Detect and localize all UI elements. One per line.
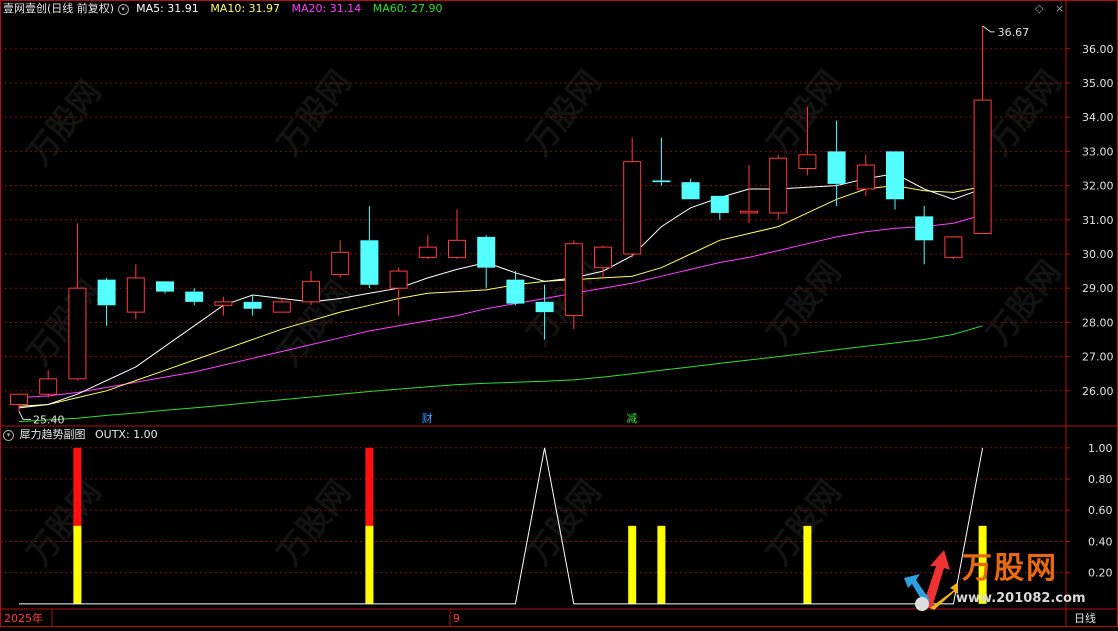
main-y-tick-label: 27.00	[1082, 351, 1114, 364]
logo-arrows-icon	[904, 550, 958, 611]
outx-label: OUTX: 1.00	[95, 428, 158, 441]
indicator-bar-yellow	[73, 525, 82, 604]
indicator-bar-yellow	[803, 525, 812, 604]
candle-body-down	[681, 182, 700, 200]
ma10-label: MA10: 31.97	[210, 2, 281, 15]
brand-logo: 万股网 www.201082.com	[900, 548, 1086, 614]
candle-body-up	[39, 378, 58, 395]
date-label-month: 9	[453, 612, 460, 625]
main-y-tick-label: 34.00	[1082, 111, 1114, 124]
candle-body-up	[10, 393, 28, 405]
chart-canvas: 万股网 万股网 万股网 万股网 万股网万股网 万股网 万股网 万股网 万股网万股网 万股网 万股网万…	[0, 0, 1118, 627]
candle-body-up	[944, 236, 963, 258]
candle-body-up	[798, 154, 817, 169]
candle-body-up	[856, 164, 875, 190]
candle-body-up	[418, 246, 437, 258]
sub-y-tick-label: 0.40	[1088, 535, 1113, 548]
candle-body-up	[564, 243, 583, 317]
main-y-tick-label: 29.00	[1082, 282, 1114, 295]
ma20-label: MA20: 31.14	[291, 2, 362, 15]
candle-body-up	[214, 301, 233, 306]
indicator-title[interactable]: 犀力趋势副图	[20, 428, 86, 441]
ma60-label: MA60: 27.90	[372, 2, 443, 15]
candle-body-up	[448, 239, 466, 258]
main-header: 壹网壹创(日线 前复权) ▾ MA5: 31.91 MA10: 31.97 MA…	[3, 2, 442, 16]
candle-body-down	[827, 151, 846, 184]
low-price-label: 25.40	[33, 413, 65, 426]
main-y-tick-label: 32.00	[1082, 180, 1114, 193]
stock-title[interactable]: 壹网壹创(日线 前复权)	[3, 2, 114, 15]
candle-body-down	[156, 281, 174, 292]
indicator-bar-yellow	[628, 525, 637, 604]
window-controls: ◇ ×	[1035, 2, 1064, 16]
sub-y-tick-label: 0.80	[1088, 473, 1113, 486]
close-icon[interactable]: ×	[1055, 2, 1064, 15]
indicator-bar-yellow	[365, 525, 374, 604]
candle-body-up	[126, 277, 145, 313]
candle-body-up	[331, 251, 350, 276]
candle-body-down	[886, 151, 904, 200]
candle-body-up	[740, 210, 758, 214]
candle-body-down	[185, 291, 204, 302]
candle-body-up	[302, 280, 320, 303]
candle-body-up	[594, 246, 612, 269]
candle-body-up	[769, 157, 788, 214]
candle-body-up	[973, 99, 992, 234]
main-y-tick-label: 26.00	[1082, 385, 1114, 398]
candle-body-up	[68, 287, 87, 380]
main-y-tick-label: 35.00	[1082, 77, 1114, 90]
logo-brand-text: 万股网	[962, 551, 1058, 586]
high-price-label: 36.67	[998, 26, 1030, 39]
event-marker-reduction[interactable]: 减	[626, 412, 637, 425]
candle-body-up	[623, 161, 642, 255]
main-y-tick-label: 36.00	[1082, 43, 1114, 56]
chart-stage: 万股网 万股网 万股网 万股网 万股网 万股网 万股网 万股网 万股网 万股网 万股网 万股网 万股网万…	[0, 0, 1118, 627]
settings-dot-icon[interactable]: ▾	[117, 3, 129, 15]
candle-body-down	[710, 195, 729, 213]
sub-settings-dot-icon[interactable]: ▾	[3, 429, 14, 441]
period-label[interactable]: 日线	[1074, 611, 1096, 625]
ma5-label: MA5: 31.91	[136, 2, 199, 15]
main-y-tick-label: 30.00	[1082, 248, 1114, 261]
candle-body-down	[243, 301, 262, 309]
sub-y-tick-label: 1.00	[1088, 442, 1113, 455]
diamond-icon[interactable]: ◇	[1035, 2, 1043, 15]
candle-body-down	[915, 216, 934, 241]
logo-url-text: www.201082.com	[956, 591, 1086, 606]
date-label-year: 2025年	[4, 611, 43, 625]
main-y-tick-label: 28.00	[1082, 316, 1114, 329]
candle-body-down	[535, 301, 554, 313]
candle-body-up	[389, 270, 408, 289]
candle-body-down	[97, 279, 116, 306]
candle-body-down	[360, 240, 379, 285]
indicator-bar-yellow	[657, 525, 666, 604]
candle-body-up	[272, 301, 291, 313]
candle-body-down	[506, 279, 525, 304]
sub-header: ▾ 犀力趋势副图 OUTX: 1.00	[3, 428, 158, 442]
sub-y-tick-label: 0.60	[1088, 504, 1113, 517]
candle-body-down	[477, 236, 496, 268]
main-y-tick-label: 33.00	[1082, 145, 1114, 158]
event-marker-earnings[interactable]: 财	[422, 411, 433, 425]
sub-y-tick-label: 0.20	[1088, 567, 1113, 580]
candle-body-down	[652, 180, 671, 183]
main-y-tick-label: 31.00	[1082, 214, 1114, 227]
